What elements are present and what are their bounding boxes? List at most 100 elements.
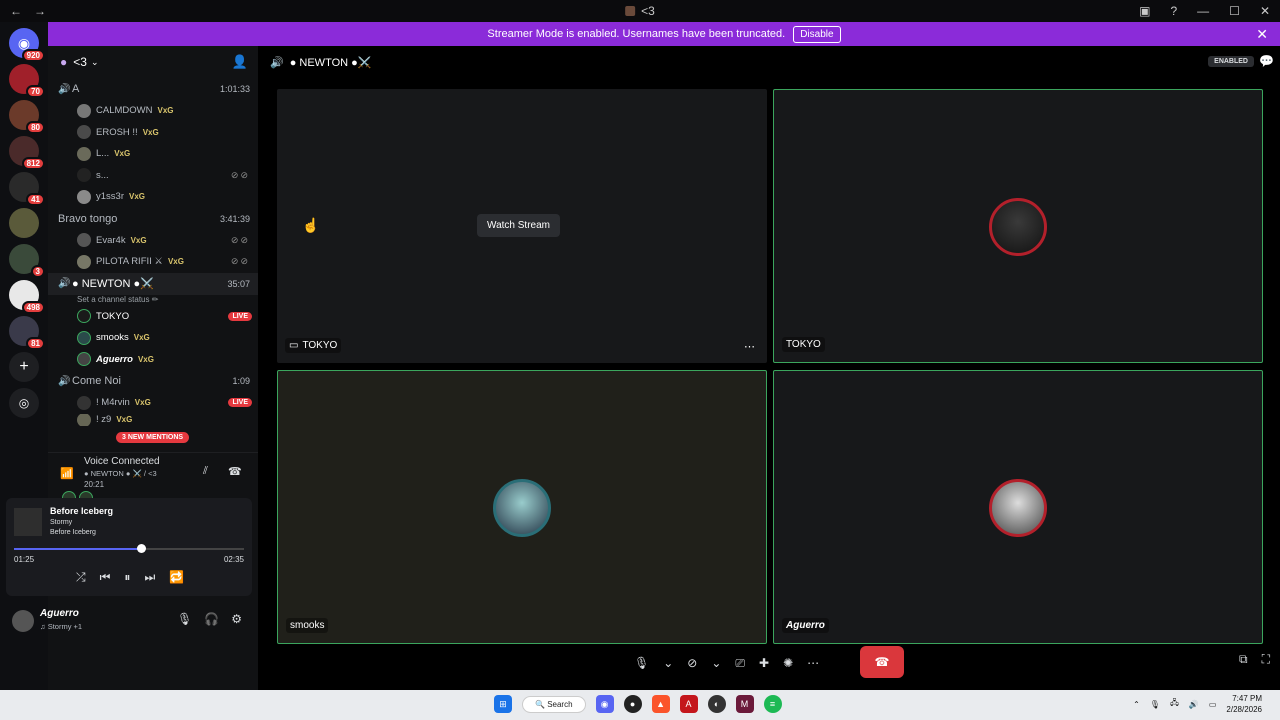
member-name: ! M4rvin [96, 397, 130, 409]
member-name: TOKYO [96, 310, 130, 322]
microphone-icon[interactable]: 🎙 [177, 612, 192, 626]
maximize-icon[interactable]: ☐ [1229, 4, 1240, 18]
tile-label: smooks [286, 618, 329, 633]
shuffle-icon[interactable]: ⤮ [76, 570, 86, 585]
member-tag: VxG [128, 192, 145, 202]
add-server-icon[interactable]: + [9, 352, 39, 382]
next-icon[interactable]: ⏭ [144, 570, 155, 585]
stream-tile[interactable]: Watch Stream ▭ TOKYO ⋯ [277, 89, 767, 363]
previous-icon[interactable]: ⏮ [100, 570, 111, 585]
chevron-down-icon[interactable]: ⌄ [663, 656, 673, 670]
discord-home-icon[interactable]: ◉ 920 [9, 28, 45, 62]
minimize-icon[interactable]: — [1197, 4, 1209, 18]
avatar [77, 395, 91, 410]
voice-member[interactable]: CALMDOWN VxG [48, 100, 258, 122]
chevron-down-icon[interactable]: ⌄ [711, 656, 721, 670]
acrobat-app-icon[interactable]: A [679, 695, 698, 713]
enabled-badge[interactable]: ENABLED [1208, 56, 1254, 67]
server-icon[interactable] [9, 208, 39, 238]
voice-channel-bravo[interactable]: Bravo tongo 3:41:39 [48, 208, 258, 230]
taskbar-search[interactable]: 🔍 Search [522, 695, 586, 713]
voice-member[interactable]: TOKYO LIVE [48, 306, 258, 328]
forward-icon[interactable]: → [34, 4, 46, 18]
voice-member[interactable]: Evar4k VxG ⊘⊘ [48, 230, 258, 252]
more-icon[interactable]: ⋯ [807, 656, 819, 670]
voice-channel-come-noi[interactable]: 🔊 Come Noi 1:09 [48, 370, 258, 392]
discover-icon[interactable]: ◎ [9, 388, 39, 418]
server-badge: 41 [26, 193, 45, 206]
voice-member[interactable]: ! M4rvin VxG LIVE [48, 392, 258, 414]
screen-share-icon[interactable]: ⎚ [735, 656, 745, 671]
server-icon[interactable]: 41 [9, 172, 45, 206]
volume-icon[interactable]: 🔊 [1189, 700, 1199, 709]
disconnect-button[interactable]: ☎ [860, 646, 904, 678]
activities-icon[interactable]: ✚ [759, 656, 769, 670]
guild-header[interactable]: ● <3 ⌄ 👤 [48, 46, 258, 78]
soundboard-icon[interactable]: ✺ [783, 656, 793, 670]
voice-member[interactable]: smooks VxG [48, 327, 258, 349]
disable-button[interactable]: Disable [793, 25, 841, 43]
close-banner-icon[interactable]: ✕ [1256, 26, 1268, 43]
track-artist[interactable]: Stormy [50, 519, 72, 526]
brave-app-icon[interactable]: ▲ [651, 695, 670, 713]
track-album[interactable]: Before Iceberg [50, 529, 96, 536]
signal-icon[interactable]: 📶 [60, 467, 74, 480]
server-folder-icon[interactable]: 81 [9, 316, 45, 350]
windows-start-icon[interactable]: ⊞ [494, 695, 512, 713]
avatar[interactable] [12, 610, 34, 632]
watch-stream-button[interactable]: Watch Stream [477, 214, 560, 237]
clock[interactable]: 7:47 PM 2/28/2026 [1226, 693, 1262, 715]
voice-elapsed: 20:21 [84, 480, 105, 489]
app-icon[interactable]: M [735, 695, 754, 713]
pause-icon[interactable]: ⏸ [124, 570, 130, 585]
github-app-icon[interactable]: ● [623, 695, 642, 713]
track-title[interactable]: Before Iceberg [50, 506, 113, 516]
voice-member[interactable]: Aguerro VxG [48, 349, 258, 371]
microphone-icon[interactable]: 🎙 [634, 656, 649, 670]
voice-member[interactable]: ! z9 VxG [48, 413, 258, 426]
voice-channel-a[interactable]: 🔊 A 1:01:33 [48, 78, 258, 100]
server-icon[interactable]: 498 [9, 280, 45, 314]
participant-tile[interactable]: smooks [277, 370, 767, 644]
battery-icon[interactable]: ▭ [1209, 700, 1217, 709]
gear-icon[interactable]: ⚙ [231, 612, 242, 626]
close-window-icon[interactable]: ✕ [1260, 4, 1270, 18]
voice-member[interactable]: s... ⊘⊘ [48, 165, 258, 187]
repeat-icon[interactable]: 🔁 [169, 570, 184, 585]
server-icon[interactable]: 812 [9, 136, 45, 170]
new-mentions-pill[interactable]: 3 NEW MENTIONS [116, 432, 190, 443]
microphone-icon[interactable]: 🎙 [1150, 700, 1160, 709]
voice-channel-path[interactable]: ● NEWTON ● ⚔️ / <3 [84, 469, 157, 478]
obs-app-icon[interactable]: ◐ [707, 695, 726, 713]
voice-member[interactable]: L... VxG [48, 143, 258, 165]
user-name[interactable]: Aguerro [40, 608, 79, 619]
inbox-icon[interactable]: ▣ [1139, 4, 1150, 18]
chat-icon[interactable]: 💬 [1259, 54, 1274, 68]
server-icon[interactable]: 70 [9, 64, 45, 98]
progress-bar[interactable] [14, 544, 244, 553]
disconnect-icon[interactable]: ☎ [228, 465, 242, 478]
popout-icon[interactable]: ⧉ [1239, 652, 1248, 667]
noise-suppression-icon[interactable]: ⫽ [203, 465, 208, 478]
voice-member[interactable]: PILOTA RIFII ⚔ VxG ⊘⊘ [48, 251, 258, 273]
spotify-app-icon[interactable]: ≡ [763, 695, 782, 713]
more-options-icon[interactable]: ⋯ [744, 340, 755, 353]
discord-app-icon[interactable]: ◉ [595, 695, 614, 713]
network-icon[interactable]: 🖧 [1170, 697, 1179, 711]
chevron-up-icon[interactable]: ⌃ [1133, 700, 1140, 709]
channel-status[interactable]: Set a channel status ✏ [48, 295, 258, 306]
voice-member[interactable]: EROSH !! VxG [48, 122, 258, 144]
back-icon[interactable]: ← [10, 4, 22, 18]
fullscreen-icon[interactable]: ⛶ [1262, 652, 1270, 667]
camera-off-icon[interactable]: ⊘ [687, 656, 697, 670]
server-icon[interactable]: 3 [9, 244, 45, 278]
headphones-icon[interactable]: 🎧 [204, 612, 219, 626]
progress-knob[interactable] [136, 544, 146, 553]
voice-member[interactable]: y1ss3r VxG [48, 186, 258, 208]
help-icon[interactable]: ? [1170, 4, 1177, 18]
server-icon[interactable]: 80 [9, 100, 45, 134]
participant-tile[interactable]: Aguerro [773, 370, 1263, 644]
voice-channel-newton[interactable]: 🔊 ● NEWTON ●⚔️ 35:07 [48, 272, 258, 295]
invite-icon[interactable]: 👤 [232, 54, 248, 70]
participant-tile[interactable]: TOKYO [773, 89, 1263, 363]
